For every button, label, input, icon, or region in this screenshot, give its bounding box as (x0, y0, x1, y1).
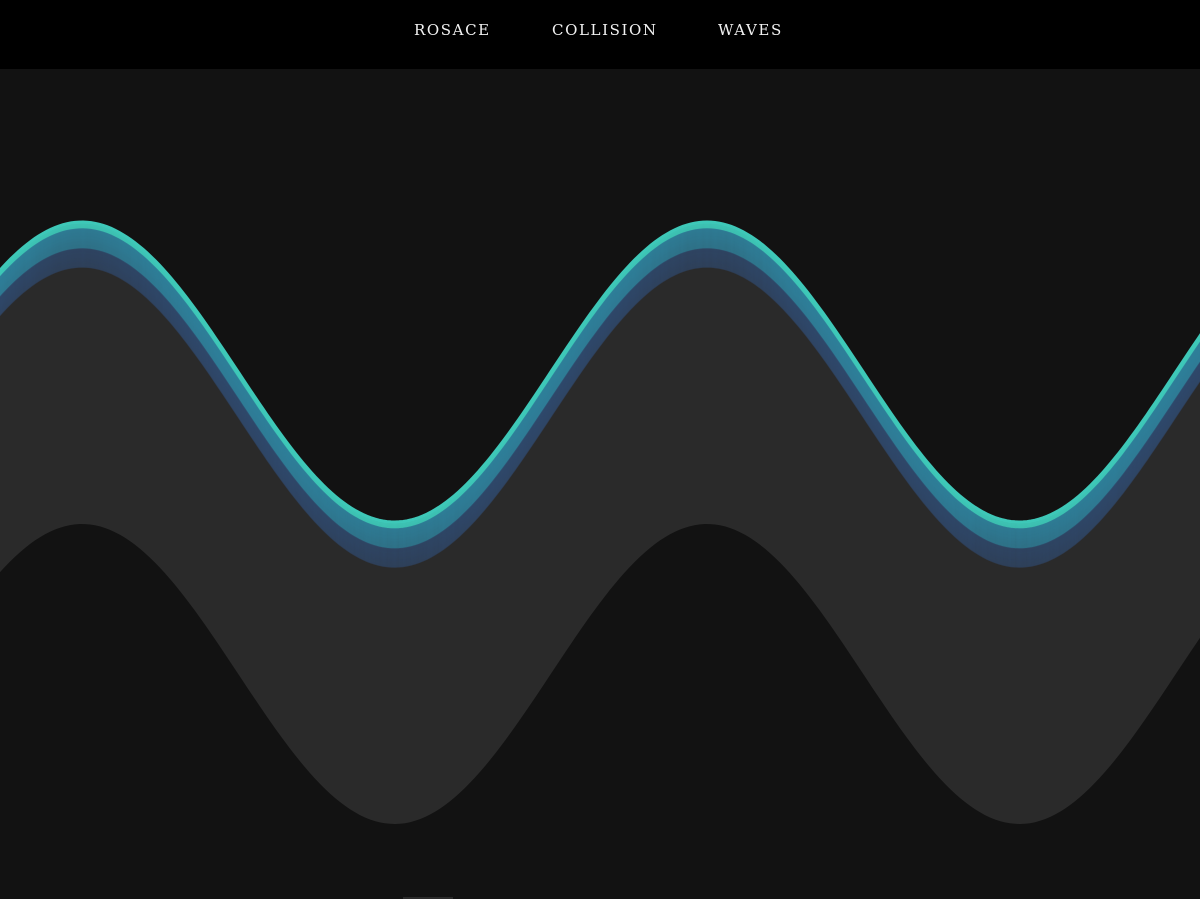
nav-link-collision[interactable]: COLLISION (552, 19, 658, 41)
wave-art (0, 220, 1200, 824)
nav-link-waves[interactable]: WAVES (718, 19, 783, 41)
wave-canvas[interactable] (0, 69, 1200, 899)
top-navigation-bar: ROSACE COLLISION WAVES (0, 0, 1200, 69)
nav-link-rosace[interactable]: ROSACE (414, 19, 491, 41)
main-nav: ROSACE COLLISION WAVES (0, 19, 1200, 41)
